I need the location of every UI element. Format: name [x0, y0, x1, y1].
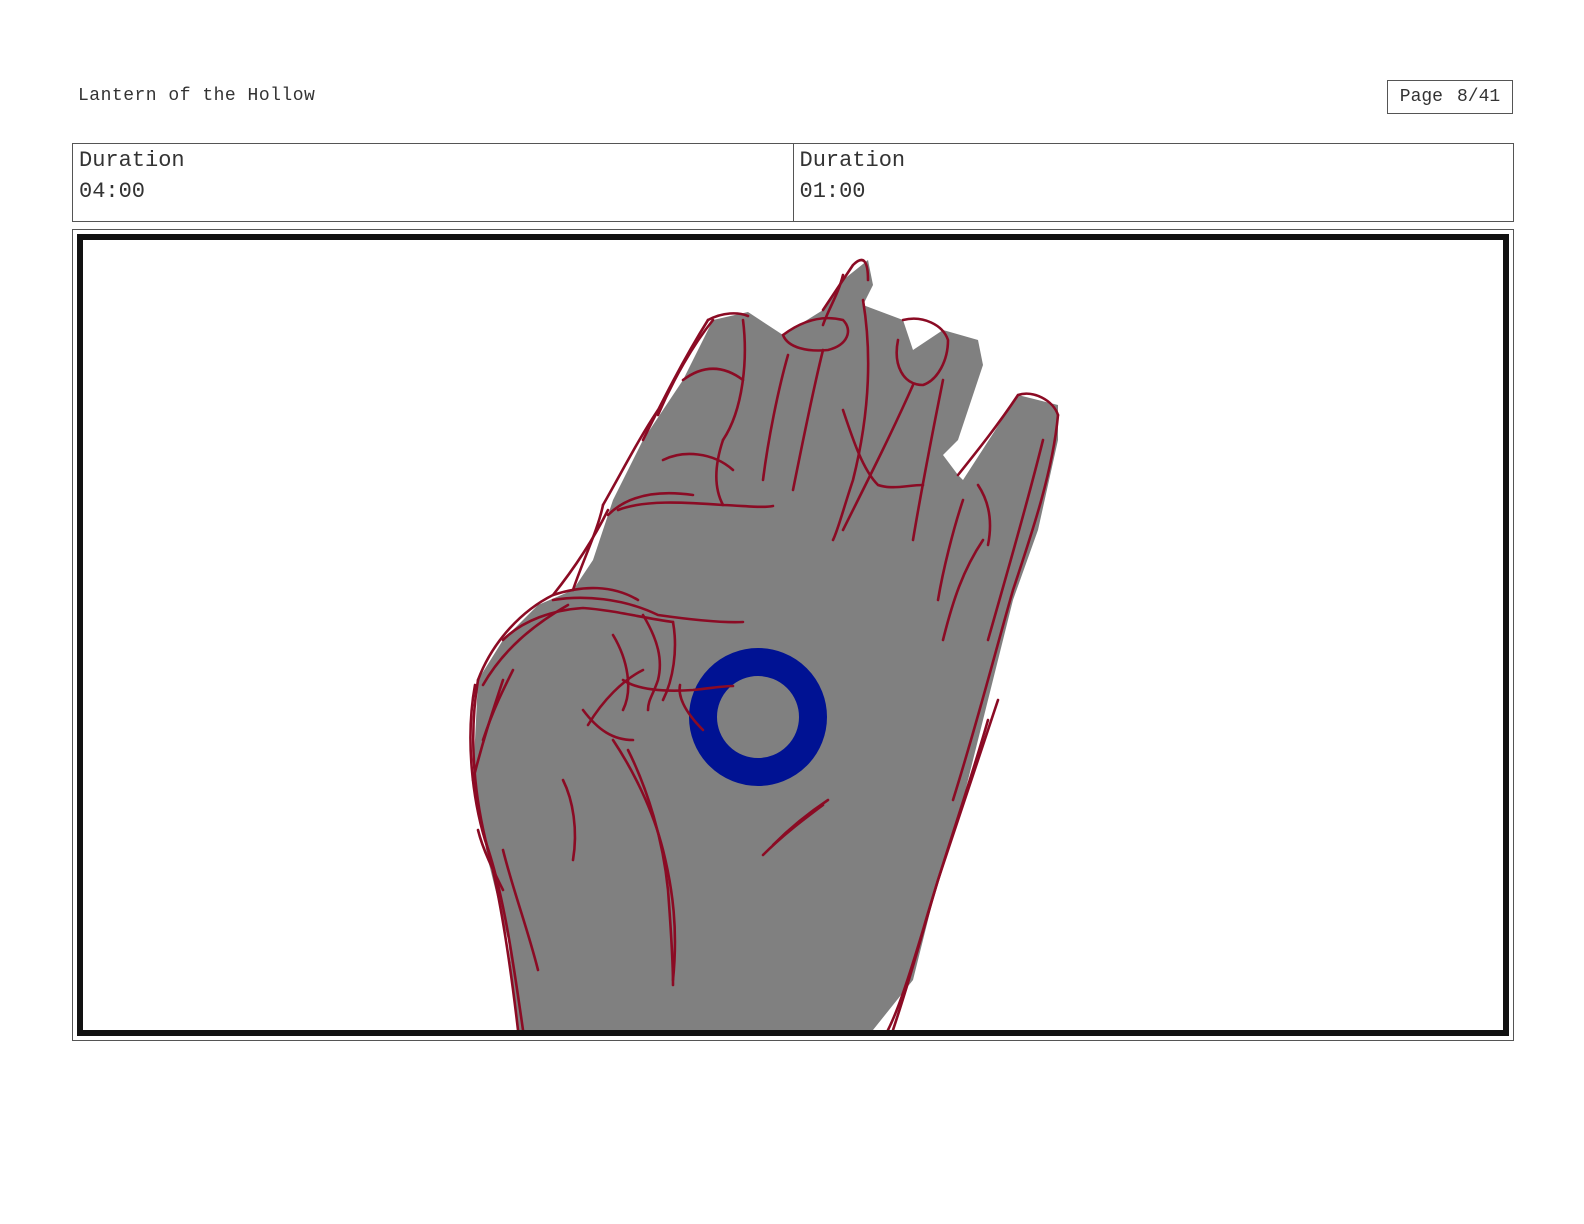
panel-frame	[77, 234, 1509, 1036]
duration-label: Duration	[79, 148, 185, 173]
info-table: Duration 04:00 Duration 01:00	[72, 143, 1514, 222]
duration-label: Duration	[799, 148, 906, 173]
duration-cell-right: Duration 01:00	[792, 144, 1514, 221]
duration-cell-left: Duration 04:00	[73, 144, 793, 221]
hand-sketch-drawing	[469, 258, 1060, 1030]
duration-value: 01:00	[799, 179, 866, 204]
page-number: 8/41	[1457, 87, 1501, 107]
page-indicator: Page 8/41	[1387, 80, 1513, 114]
page-label: Page	[1399, 87, 1443, 107]
duration-value: 04:00	[79, 179, 146, 204]
storyboard-panel	[72, 229, 1514, 1041]
project-title: Lantern of the Hollow	[78, 86, 316, 106]
hand-silhouette	[473, 260, 1058, 1030]
